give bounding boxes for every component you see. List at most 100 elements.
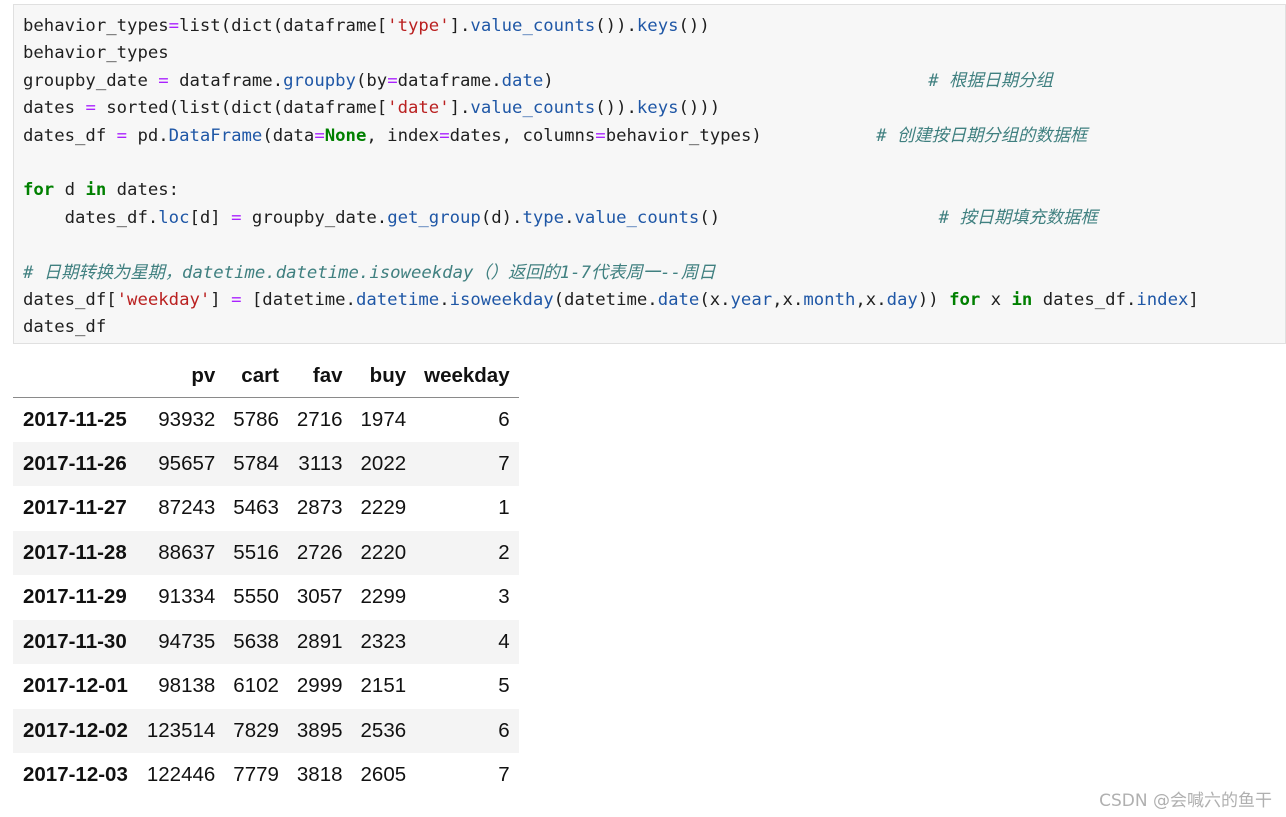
code-token: in [85,180,107,201]
table-cell: 6 [498,718,510,742]
code-token: behavior_types [23,16,169,36]
code-token: 'date' [387,98,450,119]
table-cell: 3 [498,585,510,609]
table-cell: 2716 [296,407,343,431]
table-cell: 4 [498,629,510,653]
table-cell: 1 [498,496,510,520]
table-cell: 88637 [158,540,216,564]
code-token: ()). [595,16,637,36]
table-cell: 5638 [233,629,279,653]
row-index: 2017-11-25 [23,407,127,431]
table-cell: 3818 [296,763,343,787]
code-token: [datetime. [241,289,356,310]
row-index: 2017-11-28 [23,540,127,564]
code-token: . [564,207,575,228]
code-token: x [980,289,1012,310]
table-cell: 7 [498,451,510,475]
table-cell: 2536 [360,718,407,742]
table-row: 2017-12-02 123514 7829 3895 2536 6 [13,708,519,753]
code-token: date [657,289,700,310]
code-token: index [1136,289,1189,310]
code-token: None [324,125,367,146]
table-cell: 2 [498,540,510,564]
code-token: (d). [480,207,523,228]
code-line: dates_df['weekday'] = [datetime.datetime… [23,287,1199,314]
code-token: )) [917,289,950,310]
code-token: 'type' [387,16,450,36]
table-cell: 2726 [296,540,343,564]
code-token: ]. [449,16,471,36]
code-token: datetime [355,289,440,310]
code-token: ) [543,70,554,91]
table-cell: 3057 [296,585,343,609]
dataframe-output-table: pv cart fav buy weekday 2017-11-25 93932 5786 2… [13,355,519,798]
code-token: dataframe. [397,70,502,91]
row-index: 2017-12-02 [23,718,128,742]
code-token: value_counts [574,207,700,228]
code-token: month [803,289,856,310]
code-token: value_counts [470,16,596,36]
table-cell: 3113 [298,451,343,475]
table-cell: 6102 [233,674,279,698]
table-cell: 5786 [233,407,279,431]
code-token: = [439,125,450,146]
code-token: dates: [106,180,180,201]
table-row: 2017-12-01 98138 6102 2999 2151 5 [13,664,519,709]
column-header: fav [287,355,352,398]
code-token: groupby_date [23,70,159,91]
code-token: sorted(list(dict(dataframe[ [95,98,388,119]
table-cell: 5784 [233,451,279,475]
row-index: 2017-11-27 [23,496,127,520]
code-token: # 按日期填充数据框 [938,207,1098,228]
code-token: ,x. [855,289,887,310]
code-token: pd. [127,125,169,146]
table-row: 2017-11-25 93932 5786 2716 1974 6 [13,397,519,442]
code-token: ]. [449,98,471,119]
row-index: 2017-12-01 [23,674,128,698]
row-index: 2017-12-03 [23,763,128,787]
code-token: dates_df. [1032,289,1137,310]
code-line: dates = sorted(list(dict(dataframe['date… [23,95,1199,122]
table-cell: 3895 [296,718,343,742]
code-token: dates [23,98,86,119]
code-token: for [949,289,981,310]
code-editor[interactable]: behavior_types = list(dict(dataframe['type… [23,13,1199,342]
code-token: () [699,207,721,228]
code-token: ] [1188,289,1199,310]
table-header-row: pv cart fav buy weekday [13,355,519,398]
table-cell: 2022 [360,451,407,475]
table-cell: 5 [498,674,510,698]
code-token: dates_df[ [23,289,117,310]
code-token: DataFrame [168,125,263,146]
table-row: 2017-11-26 95657 5784 3113 2022 7 [13,441,519,486]
code-token: dates, columns [449,125,596,146]
code-line: # 日期转换为星期，datetime.datetime.isoweekday（）… [23,260,1199,287]
table-cell: 5550 [233,585,279,609]
code-token: 'weekday' [116,289,211,310]
table-cell: 2323 [360,629,407,653]
code-token: dates_df [23,317,107,338]
code-cell[interactable]: behavior_types = list(dict(dataframe['type… [13,4,1286,344]
code-token: list(dict(dataframe[ [179,16,388,36]
code-token: ()). [595,98,637,119]
code-token: day [886,289,918,310]
index-header [13,355,138,398]
row-index: 2017-11-29 [23,585,127,609]
code-token: (x. [699,289,731,310]
column-header: buy [351,355,416,398]
table-cell: 2229 [360,496,407,520]
table-cell: 91334 [158,585,216,609]
code-token: groupby [283,70,356,91]
code-token: = [595,125,606,146]
code-line: dates_df = pd.DataFrame(data=None, index… [23,123,1199,150]
code-token: in [1011,289,1033,310]
table-cell: 123514 [146,718,216,742]
code-line: dates_df [23,314,1199,341]
code-token: loc [158,207,190,228]
csdn-watermark: CSDN @会喊六的鱼干 [1099,791,1272,811]
table-cell: 2873 [296,496,343,520]
